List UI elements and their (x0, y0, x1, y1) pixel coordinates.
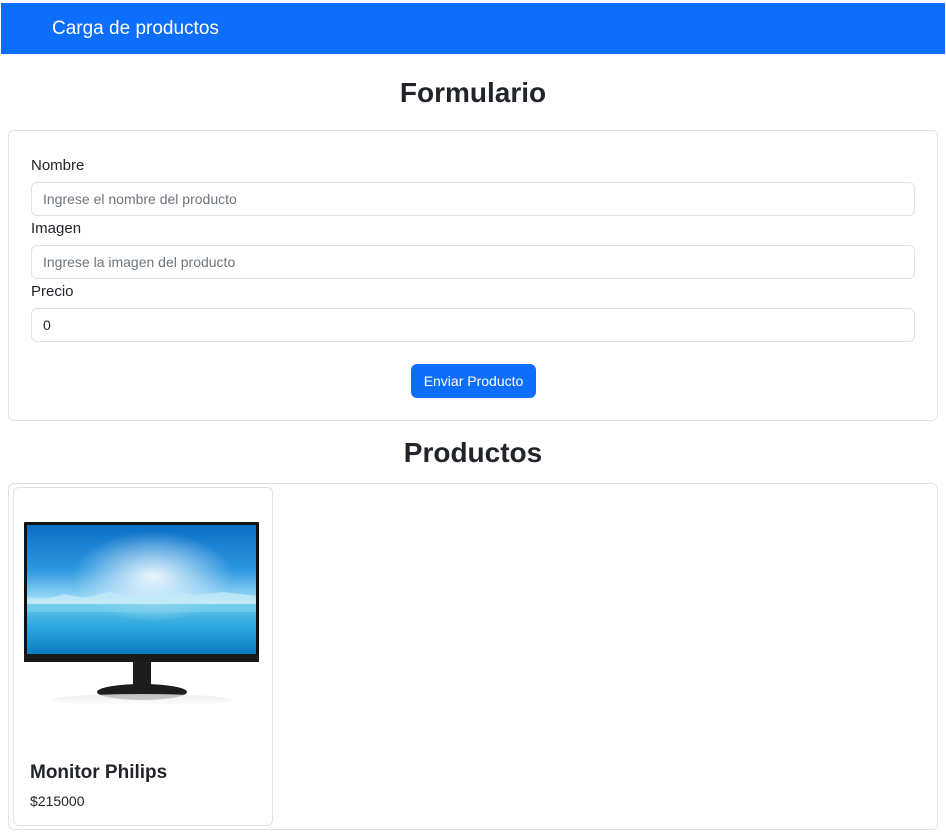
products-title: Productos (403, 437, 543, 468)
product-card[interactable]: Monitor Philips $215000 (13, 487, 273, 826)
product-price: $215000 (30, 793, 85, 809)
monitor-image (24, 522, 259, 706)
precio-input[interactable] (31, 308, 915, 342)
submit-product-button[interactable]: Enviar Producto (411, 364, 536, 398)
form-title: Formulario (399, 77, 547, 108)
nombre-input[interactable] (31, 182, 915, 216)
form-card: Nombre Imagen Precio Enviar Producto (8, 130, 938, 421)
page: Carga de productos Formulario Nombre Ima… (0, 0, 946, 836)
imagen-input[interactable] (31, 245, 915, 279)
precio-label: Precio (31, 283, 74, 300)
nombre-label: Nombre (31, 157, 85, 174)
navbar-brand[interactable]: Carga de productos (52, 19, 219, 38)
products-card: Monitor Philips $215000 (8, 483, 938, 830)
navbar: Carga de productos (1, 3, 945, 54)
product-name: Monitor Philips (30, 762, 168, 783)
imagen-label: Imagen (31, 220, 82, 237)
